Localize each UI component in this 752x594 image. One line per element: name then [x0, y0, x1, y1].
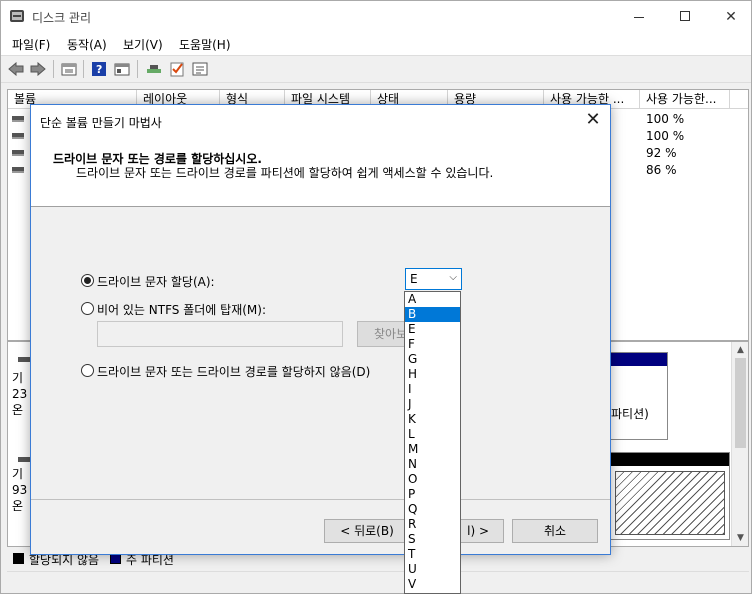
menu-help[interactable]: 도움말(H) [177, 36, 233, 53]
toolbar-separator [83, 60, 84, 78]
title-bar: 디스크 관리 ✕ [1, 1, 751, 33]
dropdown-option[interactable]: R [405, 517, 460, 532]
dialog-header: 드라이브 문자 또는 경로를 할당하십시오. 드라이브 문자 또는 드라이브 경… [31, 137, 610, 207]
dropdown-option[interactable]: S [405, 532, 460, 547]
disk-2-line: 93 [12, 483, 28, 497]
checklist-icon[interactable] [167, 60, 187, 78]
radio-assign-letter[interactable] [81, 274, 94, 287]
dropdown-option[interactable]: U [405, 562, 460, 577]
back-button[interactable]: < 뒤로(B) [324, 519, 410, 543]
column-header-free-percent[interactable]: 사용 가능한... [640, 90, 730, 109]
primary-partition-stripe [611, 353, 667, 366]
help-icon[interactable]: ? [89, 60, 109, 78]
dropdown-option[interactable]: J [405, 397, 460, 412]
scroll-thumb[interactable] [735, 358, 746, 448]
window-title: 디스크 관리 [32, 11, 92, 25]
dropdown-option[interactable]: F [405, 337, 460, 352]
partition-unallocated[interactable] [610, 452, 730, 540]
back-arrow-icon[interactable] [6, 60, 26, 78]
svg-text:?: ? [96, 63, 102, 76]
list-view-icon[interactable] [190, 60, 210, 78]
view-icon[interactable] [112, 60, 132, 78]
toolbar-separator [53, 60, 54, 78]
label-assign-letter[interactable]: 드라이브 문자 할당(A): [97, 273, 215, 290]
unallocated-swatch [13, 553, 24, 564]
dialog-title-bar: 단순 볼륨 만들기 마법사 ✕ [31, 105, 610, 137]
dialog-subheading: 드라이브 문자 또는 드라이브 경로를 파티션에 할당하여 쉽게 액세스할 수 … [76, 166, 494, 180]
close-icon: ✕ [725, 9, 737, 25]
minimize-icon [634, 16, 644, 18]
partition-primary[interactable]: 파티션) [610, 352, 668, 440]
dropdown-option[interactable]: V [405, 577, 460, 592]
disk-management-icon [10, 10, 24, 22]
drive-icon [12, 150, 24, 156]
dropdown-option[interactable]: K [405, 412, 460, 427]
disk-1-info: 기 23 온 [12, 370, 27, 418]
footer-divider [31, 499, 610, 500]
drive-icon [12, 167, 24, 173]
drive-icon [12, 133, 24, 139]
disk-2-line: 온 [12, 499, 24, 513]
disk-1-line: 기 [12, 371, 24, 385]
menu-view[interactable]: 보기(V) [121, 36, 165, 53]
drive-icon [12, 116, 24, 122]
maximize-button[interactable] [662, 1, 708, 33]
new-simple-volume-wizard: 단순 볼륨 만들기 마법사 ✕ 드라이브 문자 또는 경로를 할당하십시오. 드… [30, 104, 611, 555]
toolbar-separator [137, 60, 138, 78]
dropdown-option[interactable]: O [405, 472, 460, 487]
free-percent: 100 % [646, 112, 685, 126]
free-percent: 86 % [646, 163, 677, 177]
dropdown-option[interactable]: M [405, 442, 460, 457]
dialog-title: 단순 볼륨 만들기 마법사 [40, 116, 162, 130]
free-percent: 100 % [646, 129, 685, 143]
maximize-icon [680, 11, 690, 21]
cancel-button[interactable]: 취소 [512, 519, 598, 543]
disk-1-line: 온 [12, 403, 24, 417]
label-no-letter[interactable]: 드라이브 문자 또는 드라이브 경로를 할당하지 않음(D) [97, 363, 370, 380]
dropdown-option[interactable]: A [405, 292, 460, 307]
dropdown-option[interactable]: P [405, 487, 460, 502]
dropdown-option[interactable]: Q [405, 502, 460, 517]
label-mount-folder[interactable]: 비어 있는 NTFS 폴더에 탑재(M): [97, 301, 266, 318]
menu-action[interactable]: 동작(A) [65, 36, 109, 53]
scroll-up-icon[interactable]: ▲ [732, 342, 749, 358]
minimize-button[interactable] [616, 1, 662, 33]
dropdown-option[interactable]: B [405, 307, 460, 322]
selected-drive-letter: E [410, 272, 418, 286]
close-icon: ✕ [585, 109, 601, 130]
disk-2-info: 기 93 온 [12, 466, 27, 514]
dropdown-option[interactable]: N [405, 457, 460, 472]
radio-mount-folder[interactable] [81, 302, 94, 315]
menu-bar: 파일(F) 동작(A) 보기(V) 도움말(H) [1, 33, 751, 55]
dropdown-option[interactable]: T [405, 547, 460, 562]
properties-icon[interactable] [59, 60, 79, 78]
dropdown-option[interactable]: I [405, 382, 460, 397]
dropdown-option[interactable]: E [405, 322, 460, 337]
forward-arrow-icon[interactable] [28, 60, 48, 78]
status-bar [7, 571, 749, 591]
scroll-down-icon[interactable]: ▼ [732, 530, 749, 546]
disk-1-line: 23 [12, 387, 28, 401]
menu-file[interactable]: 파일(F) [10, 36, 52, 53]
disk-map-scrollbar[interactable]: ▲ ▼ [731, 342, 748, 546]
unallocated-stripe [611, 453, 729, 466]
dropdown-option[interactable]: H [405, 367, 460, 382]
folder-path-input[interactable] [97, 321, 343, 347]
drive-letter-select[interactable]: E ⌵ [405, 268, 462, 290]
close-button[interactable]: ✕ [708, 1, 752, 33]
unallocated-hatch [615, 471, 725, 535]
chevron-down-icon: ⌵ [449, 272, 457, 283]
dropdown-option[interactable]: G [405, 352, 460, 367]
radio-no-letter[interactable] [81, 364, 94, 377]
drive-letter-dropdown: ABEFGHIJKLMNOPQRSTUV [404, 291, 461, 594]
connect-icon[interactable] [144, 60, 164, 78]
partition-label: 파티션) [611, 407, 649, 421]
toolbar: ? [1, 55, 751, 83]
disk-2-line: 기 [12, 467, 24, 481]
dialog-close-button[interactable]: ✕ [576, 105, 610, 137]
browse-button[interactable]: 찾아보 [357, 321, 407, 347]
dropdown-option[interactable]: L [405, 427, 460, 442]
free-percent: 92 % [646, 146, 677, 160]
